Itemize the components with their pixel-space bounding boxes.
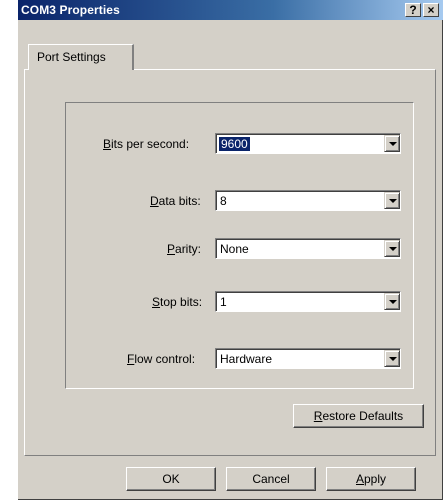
bits-per-second-mnemonic: B xyxy=(103,137,112,151)
help-button[interactable]: ? xyxy=(405,3,421,17)
combo-inner: 1 xyxy=(216,292,400,311)
data-bits-label: Data bits: xyxy=(150,194,201,208)
chevron-down-icon[interactable] xyxy=(384,192,400,209)
restore-label: estore Defaults xyxy=(322,409,404,423)
chevron-down-icon[interactable] xyxy=(384,293,400,310)
flow-control-label-text: low control: xyxy=(134,352,196,366)
parity-mnemonic: P xyxy=(167,242,176,256)
stop-bits-value: 1 xyxy=(220,295,227,309)
stop-bits-label: Stop bits: xyxy=(152,295,202,309)
bits-per-second-select[interactable]: 9600 xyxy=(215,133,401,154)
combo-inner: 9600 xyxy=(216,134,400,153)
flow-control-select[interactable]: Hardware xyxy=(215,348,401,369)
parity-select[interactable]: None xyxy=(215,238,401,259)
com3-properties-dialog: COM3 Properties ? × Port Settings Bits p… xyxy=(18,0,443,500)
combo-inner: 8 xyxy=(216,191,400,210)
data-bits-value: 8 xyxy=(220,194,227,208)
flow-control-value: Hardware xyxy=(220,352,273,366)
bits-per-second-label-text: its per second: xyxy=(111,137,190,151)
tab-label: Port Settings xyxy=(37,50,106,64)
chevron-down-icon[interactable] xyxy=(384,135,400,152)
apply-label: pply xyxy=(364,472,387,486)
close-button[interactable]: × xyxy=(423,3,439,17)
stop-bits-mnemonic: S xyxy=(152,295,161,309)
data-bits-label-text: ata bits: xyxy=(158,194,201,208)
flow-control-label: Flow control: xyxy=(127,352,195,366)
parity-label: Parity: xyxy=(167,242,201,256)
apply-button[interactable]: Apply xyxy=(326,467,416,491)
tab-port-settings[interactable]: Port Settings xyxy=(28,44,134,70)
data-bits-mnemonic: D xyxy=(150,194,159,208)
bits-per-second-label: Bits per second: xyxy=(103,137,189,151)
parity-label-text: arity: xyxy=(175,242,202,256)
cancel-button[interactable]: Cancel xyxy=(226,467,316,491)
apply-mnemonic: A xyxy=(355,472,364,486)
title-bar[interactable]: COM3 Properties ? × xyxy=(18,0,443,20)
chevron-down-icon[interactable] xyxy=(384,240,400,257)
parity-value: None xyxy=(220,242,249,256)
port-settings-panel: Bits per second: 9600 Data bits: 8 Parit… xyxy=(24,69,436,456)
data-bits-select[interactable]: 8 xyxy=(215,190,401,211)
restore-defaults-button[interactable]: Restore Defaults xyxy=(293,404,424,428)
bits-per-second-value: 9600 xyxy=(219,137,250,151)
combo-inner: Hardware xyxy=(216,349,400,368)
stop-bits-label-text: top bits: xyxy=(160,295,203,309)
ok-button[interactable]: OK xyxy=(126,467,216,491)
combo-inner: None xyxy=(216,239,400,258)
window-title: COM3 Properties xyxy=(21,3,120,17)
chevron-down-icon[interactable] xyxy=(384,350,400,367)
stop-bits-select[interactable]: 1 xyxy=(215,291,401,312)
